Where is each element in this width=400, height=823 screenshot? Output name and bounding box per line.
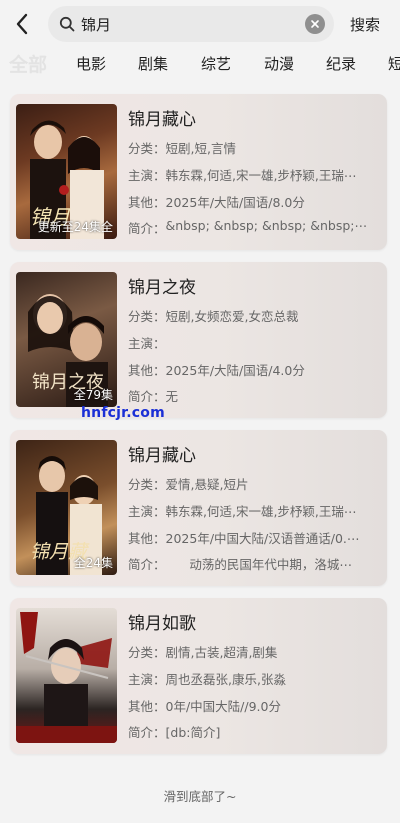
intro-value: 无: [165, 389, 179, 404]
category-row: 分类： 短剧,短,言情: [128, 138, 378, 157]
result-title[interactable]: 锦月藏心: [128, 105, 196, 130]
other-label: 其他：: [128, 195, 166, 210]
search-query: 锦月: [81, 15, 112, 34]
other-row: 其他： 2025年/大陆/国语/4.0分: [128, 360, 378, 379]
poster-image[interactable]: [16, 608, 117, 743]
category-label: 分类：: [128, 309, 166, 324]
category-value: 短剧,短,言情: [165, 141, 236, 156]
poster-art: [16, 612, 117, 743]
other-label: 其他：: [128, 363, 166, 378]
intro-row: 简介： 无: [128, 386, 378, 405]
cast-label: 主演：: [128, 168, 166, 183]
tab-all[interactable]: 全部: [9, 50, 47, 77]
category-value: 短剧,女频恋爱,女恋总裁: [165, 309, 299, 324]
category-label: 分类：: [128, 645, 166, 660]
cast-value: 韩东霖,何适,宋一雄,步杼颖,王瑞⋯: [165, 504, 357, 519]
other-label: 其他：: [128, 699, 166, 714]
result-card[interactable]: 锦月 更新至24集全 锦月藏心 分类： 短剧,短,言情 主演： 韩东霖,何适,宋…: [10, 94, 387, 250]
cast-value: [166, 333, 378, 352]
intro-label: 简介：: [128, 725, 166, 740]
search-button[interactable]: 搜索: [350, 14, 380, 35]
end-of-list-text: 滑到底部了~: [163, 789, 237, 804]
result-card[interactable]: 锦月之夜 全79集 锦月之夜 分类： 短剧,女频恋爱,女恋总裁 主演： 其他： …: [10, 262, 387, 418]
intro-label: 简介：: [128, 389, 166, 404]
tab-documentary[interactable]: 纪录: [326, 53, 356, 74]
intro-value: [db:简介]: [165, 725, 221, 740]
cast-row: 主演： 周也丞磊张,康乐,张淼: [128, 669, 378, 688]
tab-short[interactable]: 短: [388, 53, 400, 74]
other-row: 其他： 2025年/中国大陆/汉语普通话/0.⋯: [128, 528, 378, 547]
clear-button[interactable]: [305, 14, 325, 34]
category-label: 分类：: [128, 477, 166, 492]
cast-row: 主演： 韩东霖,何适,宋一雄,步杼颖,王瑞⋯: [128, 501, 378, 520]
category-row: 分类： 爱情,悬疑,短片: [128, 474, 378, 493]
cast-label: 主演：: [128, 336, 166, 351]
cast-value: 周也丞磊张,康乐,张淼: [165, 672, 286, 687]
category-row: 分类： 剧情,古装,超清,剧集: [128, 642, 378, 661]
category-value: 剧情,古装,超清,剧集: [165, 645, 278, 660]
episode-badge: 更新至24集全: [37, 220, 113, 234]
other-value: 0年/中国大陆//9.0分: [165, 699, 281, 714]
other-value: 2025年/大陆/国语/8.0分: [165, 195, 305, 210]
other-row: 其他： 2025年/大陆/国语/8.0分: [128, 192, 378, 211]
result-card[interactable]: 锦月藏 全24集 锦月藏心 分类： 爱情,悬疑,短片 主演： 韩东霖,何适,宋一…: [10, 430, 387, 586]
tab-movie[interactable]: 电影: [76, 53, 106, 74]
poster-image[interactable]: 锦月之夜 全79集: [16, 272, 117, 407]
other-row: 其他： 0年/中国大陆//9.0分: [128, 696, 378, 715]
intro-row: 简介： [db:简介]: [128, 722, 378, 741]
tab-series[interactable]: 剧集: [138, 53, 168, 74]
clear-icon: [311, 20, 319, 28]
result-title[interactable]: 锦月如歌: [128, 609, 196, 634]
poster-image[interactable]: 锦月 更新至24集全: [16, 104, 117, 239]
category-tabs: 全部 电影 剧集 综艺 动漫 纪录 短: [0, 50, 400, 80]
intro-row: 简介： &nbsp; &nbsp; &nbsp; &nbsp;⋯: [128, 218, 378, 237]
intro-label: 简介：: [128, 221, 166, 236]
category-label: 分类：: [128, 141, 166, 156]
category-row: 分类： 短剧,女频恋爱,女恋总裁: [128, 306, 378, 325]
intro-label: 简介：: [128, 557, 166, 572]
poster-image[interactable]: 锦月藏 全24集: [16, 440, 117, 575]
category-value: 爱情,悬疑,短片: [165, 477, 249, 492]
intro-value: &nbsp; &nbsp; &nbsp; &nbsp;⋯: [165, 218, 367, 233]
tab-variety[interactable]: 综艺: [201, 53, 231, 74]
other-label: 其他：: [128, 531, 166, 546]
cast-row: 主演： 韩东霖,何适,宋一雄,步杼颖,王瑞⋯: [128, 165, 378, 184]
cast-value: 韩东霖,何适,宋一雄,步杼颖,王瑞⋯: [165, 168, 357, 183]
episode-badge: 全79集: [73, 388, 113, 402]
other-value: 2025年/中国大陆/汉语普通话/0.⋯: [165, 531, 360, 546]
back-button[interactable]: [2, 0, 42, 48]
result-card[interactable]: 锦月如歌 分类： 剧情,古装,超清,剧集 主演： 周也丞磊张,康乐,张淼 其他：…: [10, 598, 387, 754]
watermark-text: hnfcjr.com: [81, 405, 165, 421]
result-title[interactable]: 锦月藏心: [128, 441, 196, 466]
cast-label: 主演：: [128, 672, 166, 687]
other-value: 2025年/大陆/国语/4.0分: [165, 363, 305, 378]
search-input[interactable]: 锦月: [48, 6, 334, 42]
cast-label: 主演：: [128, 504, 166, 519]
search-icon: [58, 15, 76, 33]
result-title[interactable]: 锦月之夜: [128, 273, 196, 298]
tab-anime[interactable]: 动漫: [264, 53, 294, 74]
chevron-left-icon: [16, 13, 28, 35]
intro-row: 简介： 动荡的民国年代中期，洛城⋯: [128, 554, 378, 573]
intro-value: 动荡的民国年代中期，洛城⋯: [165, 557, 352, 572]
cast-row: 主演：: [128, 333, 378, 352]
episode-badge: 全24集: [73, 556, 113, 570]
